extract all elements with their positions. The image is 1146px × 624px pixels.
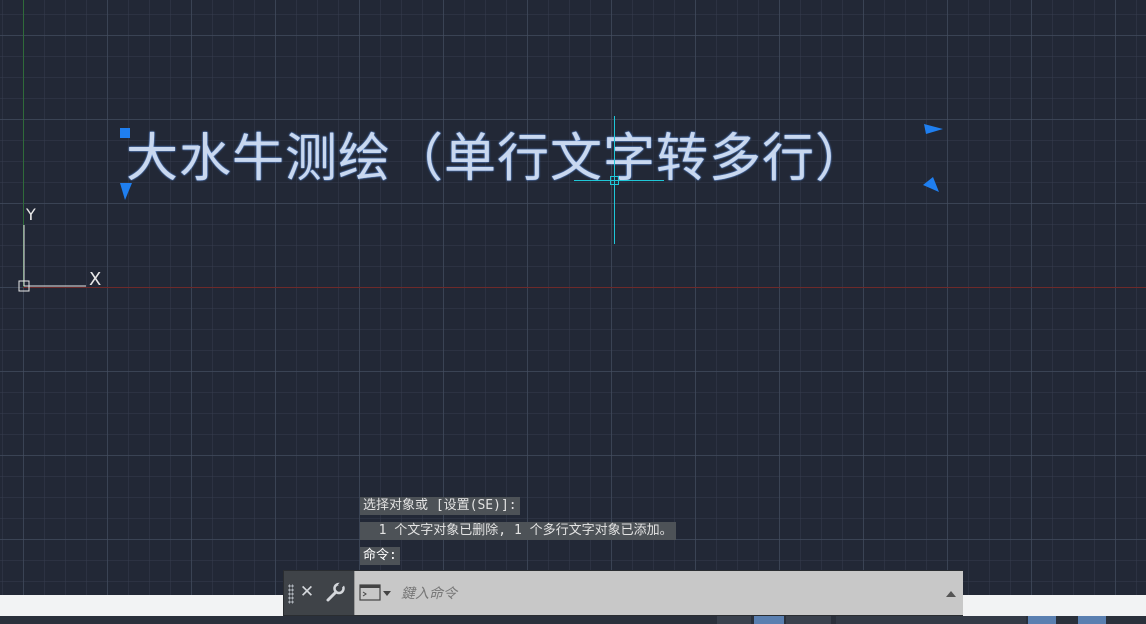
cursor-pickbox — [610, 176, 619, 185]
status-button[interactable] — [717, 616, 751, 624]
command-history: 选择对象或 [设置(SE)]: 1 个文字对象已删除, 1 个多行文字对象已添加… — [360, 494, 676, 569]
grip-arrow-down-icon[interactable] — [119, 182, 133, 202]
status-button-active[interactable] — [754, 616, 784, 624]
command-input[interactable] — [399, 581, 933, 607]
ucs-x-label: X — [89, 269, 101, 290]
drawing-canvas[interactable]: Y X 大水牛测绘（单行文字转多行） 选择对象或 [设置(SE)]: 1 个文字… — [0, 0, 1146, 595]
wrench-icon[interactable] — [324, 581, 346, 603]
command-prompt-icon[interactable] — [359, 583, 393, 603]
ucs-y-label: Y — [25, 205, 36, 224]
crosshair-horizontal — [574, 180, 664, 181]
grip-arrow-corner-icon[interactable] — [921, 176, 941, 194]
history-line-current: 命令: — [360, 547, 400, 565]
status-button[interactable] — [786, 616, 831, 624]
selected-mtext-entity[interactable]: 大水牛测绘（单行文字转多行） — [126, 124, 868, 194]
x-axis-line — [23, 287, 1146, 288]
status-button-active[interactable] — [1078, 616, 1106, 624]
history-line: 1 个文字对象已删除, 1 个多行文字对象已添加。 — [360, 522, 676, 540]
ucs-icon: Y X — [18, 205, 101, 292]
drag-handle[interactable] — [288, 584, 294, 604]
command-line-window: ✕ — [283, 570, 963, 616]
chevron-up-icon[interactable] — [945, 589, 957, 599]
status-bar — [0, 616, 1146, 624]
history-line: 选择对象或 [设置(SE)]: — [360, 497, 520, 515]
close-icon[interactable]: ✕ — [298, 581, 316, 603]
grip-arrow-right-icon[interactable] — [923, 122, 945, 136]
status-button-active[interactable] — [1028, 616, 1056, 624]
insertion-grip[interactable] — [120, 128, 130, 138]
command-input-area[interactable] — [354, 571, 963, 615]
status-button[interactable] — [836, 616, 1026, 624]
